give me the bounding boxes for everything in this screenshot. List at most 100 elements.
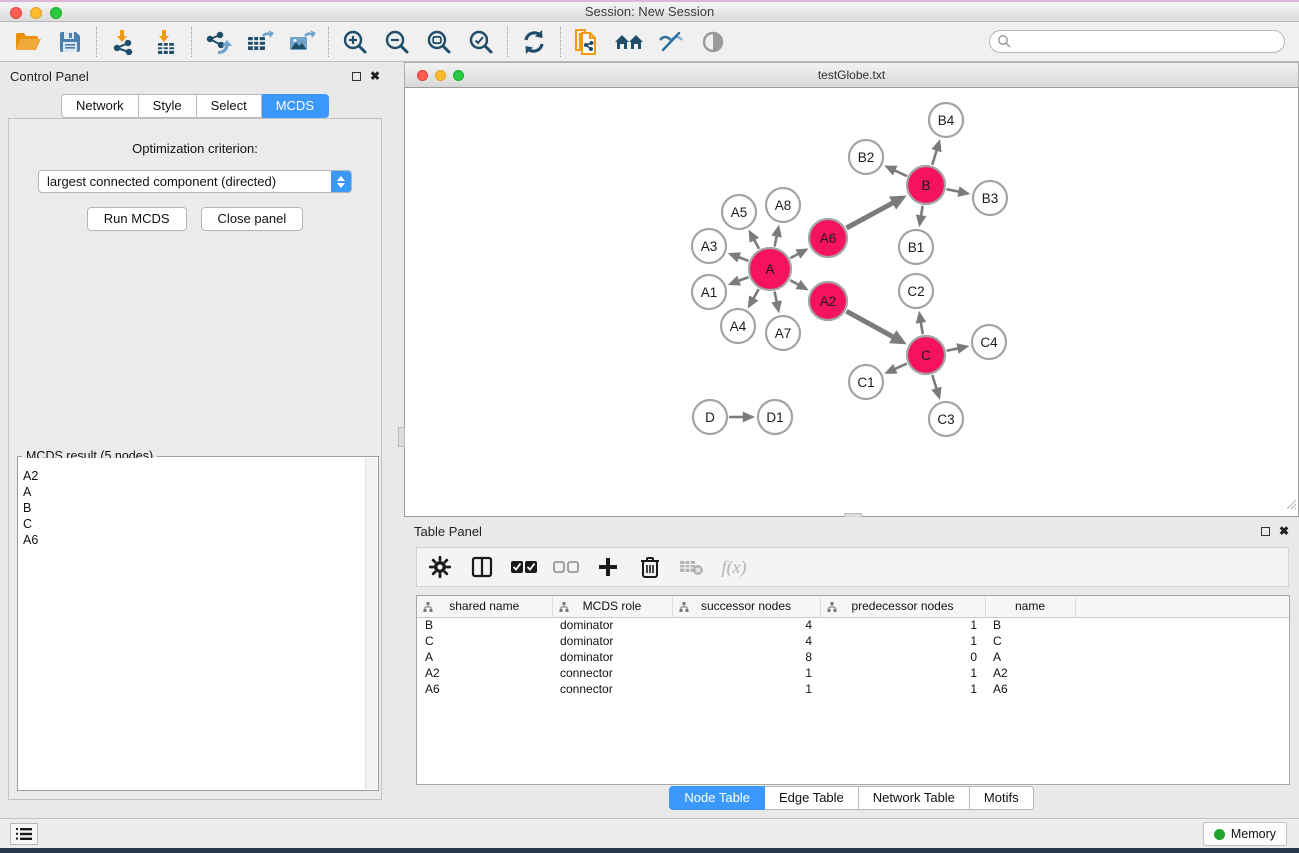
save-session-icon[interactable] — [52, 25, 88, 59]
settings-gear-icon[interactable] — [427, 554, 453, 580]
float-panel-icon[interactable] — [1261, 527, 1270, 536]
node-table[interactable]: shared name MCDS role successor nodes pr… — [416, 595, 1290, 785]
network-canvas[interactable]: B4B2BB3A8A5A6B1A3AA1C2A2A4A7C4CC1C3DD1 — [404, 88, 1299, 517]
column-header-name[interactable]: name — [985, 596, 1075, 617]
graph-edge[interactable] — [894, 364, 906, 370]
column-header-shared-name[interactable]: shared name — [417, 596, 552, 617]
graph-edge[interactable] — [790, 254, 798, 259]
export-table-icon[interactable] — [242, 25, 278, 59]
task-history-button[interactable] — [10, 823, 38, 845]
graph-edge[interactable] — [932, 375, 936, 389]
zoom-out-icon[interactable] — [379, 25, 415, 59]
graph-edge[interactable] — [738, 257, 748, 261]
graph-edge[interactable] — [846, 311, 893, 337]
graph-edge[interactable] — [790, 280, 799, 285]
duplicate-network-icon[interactable] — [569, 25, 605, 59]
import-table-icon[interactable] — [147, 25, 183, 59]
close-panel-icon[interactable]: ✖ — [370, 72, 380, 81]
table-row[interactable]: Adominator80A — [417, 649, 1289, 665]
graph-node-label: D1 — [766, 410, 783, 425]
graph-edge[interactable] — [753, 289, 758, 299]
graph-edge[interactable] — [775, 292, 777, 303]
graph-edge[interactable] — [947, 189, 960, 192]
graph-edge[interactable] — [894, 170, 907, 176]
zoom-fit-icon[interactable] — [421, 25, 457, 59]
hierarchy-icon — [423, 601, 433, 615]
graph-edge[interactable] — [754, 239, 759, 248]
control-panel-header: Control Panel ✖ — [0, 62, 390, 90]
search-input[interactable] — [989, 30, 1285, 53]
result-scrollbar[interactable] — [365, 458, 377, 789]
table-row[interactable]: Bdominator41B — [417, 617, 1289, 633]
criterion-dropdown[interactable]: largest connected component (directed) — [38, 170, 352, 193]
tab-select[interactable]: Select — [197, 94, 262, 118]
network-minimize-button[interactable] — [435, 70, 446, 81]
hide-graphics-details-icon[interactable] — [653, 25, 689, 59]
table-panel: Table Panel ✖ — [404, 517, 1299, 818]
table-panel-title: Table Panel — [414, 524, 482, 539]
add-column-icon[interactable] — [595, 554, 621, 580]
mcds-result-item[interactable]: A2 — [19, 468, 365, 484]
graph-edge[interactable] — [738, 277, 748, 281]
edge-arrowhead-icon — [916, 214, 927, 227]
edge-arrowhead-icon — [931, 139, 941, 152]
zoom-window-button[interactable] — [50, 7, 62, 19]
delete-column-icon[interactable] — [637, 554, 663, 580]
tab-style[interactable]: Style — [139, 94, 197, 118]
export-image-icon[interactable] — [284, 25, 320, 59]
resize-grip-icon[interactable] — [1285, 497, 1297, 515]
float-panel-icon[interactable] — [352, 72, 361, 81]
mcds-result-item[interactable]: C — [19, 516, 365, 532]
network-zoom-button[interactable] — [453, 70, 464, 81]
network-window-titlebar[interactable]: testGlobe.txt — [404, 62, 1299, 88]
network-graph[interactable]: B4B2BB3A8A5A6B1A3AA1C2A2A4A7C4CC1C3DD1 — [405, 88, 1298, 515]
export-network-icon[interactable] — [200, 25, 236, 59]
column-header-mcds-role[interactable]: MCDS role — [552, 596, 672, 617]
table-cell: 0 — [820, 649, 985, 665]
unselect-all-checkboxes-icon[interactable] — [553, 554, 579, 580]
close-window-button[interactable] — [10, 7, 22, 19]
show-column-icon[interactable] — [469, 554, 495, 580]
graph-edge[interactable] — [921, 206, 923, 217]
tab-edge-table[interactable]: Edge Table — [765, 786, 859, 810]
graph-node-label: C4 — [980, 335, 998, 350]
import-network-icon[interactable] — [105, 25, 141, 59]
tab-motifs[interactable]: Motifs — [970, 786, 1034, 810]
refresh-icon[interactable] — [516, 25, 552, 59]
graph-edge[interactable] — [846, 203, 893, 228]
tab-network-table[interactable]: Network Table — [859, 786, 970, 810]
table-row[interactable]: A2connector11A2 — [417, 665, 1289, 681]
run-mcds-button[interactable]: Run MCDS — [87, 207, 187, 231]
table-row[interactable]: Cdominator41C — [417, 633, 1289, 649]
tab-network[interactable]: Network — [61, 94, 139, 118]
graph-edge[interactable] — [775, 236, 777, 247]
session-title: Session: New Session — [585, 4, 714, 19]
close-panel-button[interactable]: Close panel — [201, 207, 304, 231]
mcds-result-item[interactable]: B — [19, 500, 365, 516]
home-icon[interactable] — [611, 25, 647, 59]
hierarchy-icon — [679, 601, 689, 615]
select-all-checkboxes-icon[interactable] — [511, 554, 537, 580]
memory-button[interactable]: Memory — [1203, 822, 1287, 846]
open-session-icon[interactable] — [10, 25, 46, 59]
column-header-successor-nodes[interactable]: successor nodes — [672, 596, 820, 617]
close-panel-icon[interactable]: ✖ — [1279, 527, 1289, 536]
graph-node-label: A1 — [701, 285, 718, 300]
splitter-grip[interactable] — [398, 427, 405, 447]
mcds-result-item[interactable]: A6 — [19, 532, 365, 548]
tab-mcds[interactable]: MCDS — [262, 94, 329, 118]
main-titlebar[interactable]: Session: New Session — [0, 2, 1299, 22]
minimize-window-button[interactable] — [30, 7, 42, 19]
zoom-in-icon[interactable] — [337, 25, 373, 59]
mcds-result-item[interactable]: A — [19, 484, 365, 500]
graph-edge[interactable] — [947, 348, 959, 350]
graph-edge[interactable] — [921, 322, 923, 334]
network-close-button[interactable] — [417, 70, 428, 81]
edge-arrowhead-icon — [728, 252, 741, 262]
table-row[interactable]: A6connector11A6 — [417, 681, 1289, 697]
tab-node-table[interactable]: Node Table — [669, 786, 765, 810]
column-header-predecessor-nodes[interactable]: predecessor nodes — [820, 596, 985, 617]
graph-edge[interactable] — [932, 150, 937, 165]
zoom-selected-icon[interactable] — [463, 25, 499, 59]
show-view-icon[interactable] — [695, 25, 731, 59]
